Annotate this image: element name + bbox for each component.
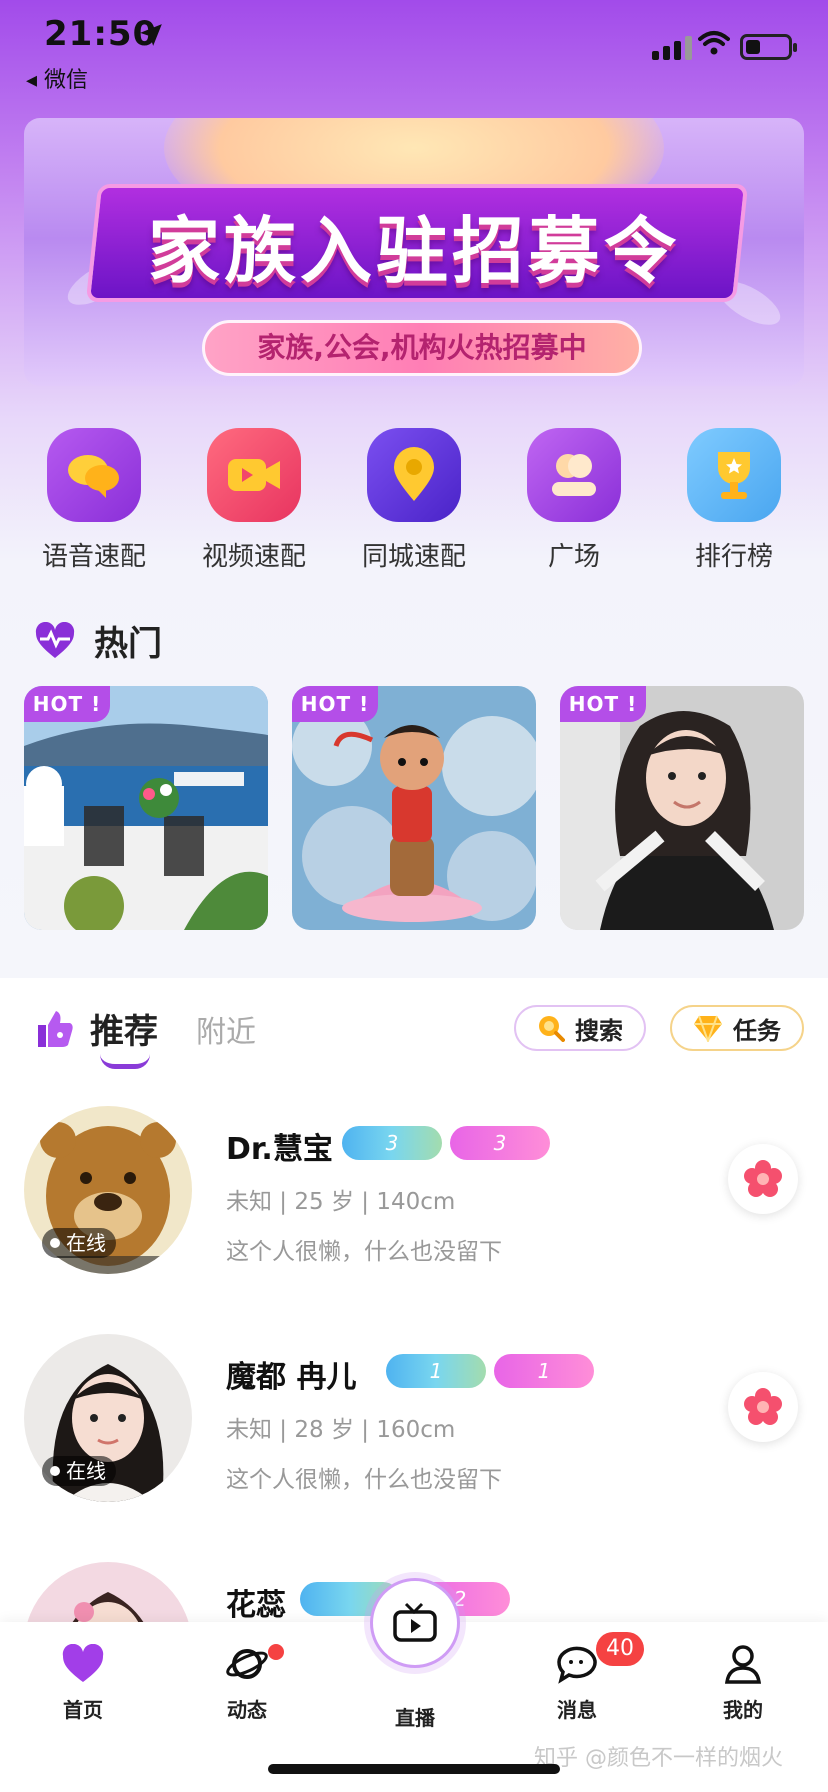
watermark: 知乎 @颜色不一样的烟火 bbox=[534, 1746, 783, 1771]
hot-tag: HOT ! bbox=[24, 686, 110, 722]
search-label: 搜索 bbox=[575, 1016, 623, 1045]
quick-label: 同城速配 bbox=[361, 542, 466, 572]
cartoon-boy-image bbox=[292, 686, 536, 930]
tab-nearby[interactable]: 附近 bbox=[196, 1007, 256, 1051]
girl-selfie-image bbox=[560, 686, 804, 930]
hot-card[interactable]: HOT ! bbox=[24, 686, 268, 930]
user-name: 花蕊 bbox=[226, 1588, 286, 1622]
heart-level: 1 bbox=[537, 1359, 551, 1383]
status-bar: 21:50 ◂ 微信 bbox=[0, 0, 828, 93]
avatar[interactable] bbox=[24, 1562, 192, 1622]
hot-title: 热门 bbox=[94, 624, 162, 664]
quick-video-match[interactable]: 视频速配 bbox=[184, 428, 324, 573]
send-flower-button[interactable] bbox=[728, 1144, 798, 1214]
quick-ranking[interactable]: 排行榜 bbox=[664, 428, 804, 573]
nav-profile[interactable]: 我的 bbox=[688, 1644, 798, 1723]
send-flower-button[interactable] bbox=[728, 1372, 798, 1442]
hot-tag: HOT ! bbox=[560, 686, 646, 722]
heart-level-badge: 3 bbox=[450, 1126, 550, 1160]
diamond-level-badge: 1 bbox=[386, 1354, 486, 1388]
task-button[interactable]: 任务 bbox=[670, 1005, 804, 1051]
gem-badge-icon bbox=[694, 1015, 722, 1042]
nav-moments[interactable]: 动态 bbox=[192, 1644, 302, 1723]
banner-subtitle: 家族,公会,机构火热招募中 bbox=[202, 320, 642, 376]
nav-label: 消息 bbox=[557, 1698, 597, 1722]
user-card[interactable]: 在线 Dr.慧宝 3 3 未知 | 25 岁 | 140cm 这个人很懒，什么也… bbox=[0, 1106, 828, 1286]
plaza-icon bbox=[527, 428, 621, 522]
hot-tag: HOT ! bbox=[292, 686, 378, 722]
nav-label: 动态 bbox=[227, 1698, 267, 1722]
heart-pulse-icon bbox=[35, 621, 75, 658]
search-button[interactable]: 搜索 bbox=[514, 1005, 646, 1051]
seaside-terrace-image bbox=[24, 686, 268, 930]
chat-bubbles-icon bbox=[47, 428, 141, 522]
diamond-level: 1 bbox=[429, 1359, 443, 1383]
heart-icon bbox=[62, 1643, 104, 1682]
task-label: 任务 bbox=[733, 1016, 781, 1045]
user-card[interactable]: 在线 魔都 冉儿 1 1 未知 | 28 岁 | 160cm 这个人很懒，什么也… bbox=[0, 1334, 828, 1514]
search-icon bbox=[539, 1016, 565, 1042]
heart-level-badge: 1 bbox=[494, 1354, 594, 1388]
hot-card[interactable]: HOT ! bbox=[292, 686, 536, 930]
nav-label: 我的 bbox=[723, 1698, 763, 1722]
back-to-wechat[interactable]: ◂ 微信 bbox=[26, 62, 88, 94]
diamond-level: 3 bbox=[385, 1131, 399, 1155]
quick-plaza[interactable]: 广场 bbox=[504, 428, 644, 573]
recommend-area bbox=[0, 978, 828, 1618]
user-icon bbox=[724, 1645, 762, 1684]
message-icon bbox=[557, 1646, 597, 1684]
nav-label: 直播 bbox=[395, 1706, 435, 1730]
quick-menu: 语音速配 视频速配 同城速配 广场 排行榜 bbox=[0, 428, 828, 578]
nav-live[interactable]: 直播 bbox=[360, 1696, 470, 1731]
trophy-icon bbox=[687, 428, 781, 522]
hot-section-header: 热门 bbox=[34, 616, 162, 665]
unread-dot bbox=[268, 1644, 284, 1660]
nav-home[interactable]: 首页 bbox=[28, 1643, 138, 1723]
location-pin-icon bbox=[367, 428, 461, 522]
location-arrow-icon bbox=[140, 24, 162, 46]
recommend-tabs: 推荐 附近 bbox=[34, 1004, 256, 1069]
nav-label: 首页 bbox=[63, 1698, 103, 1722]
banner-title: 家族入驻招募令 bbox=[147, 209, 680, 293]
planet-icon bbox=[226, 1649, 268, 1679]
hot-card[interactable]: HOT ! bbox=[560, 686, 804, 930]
user-name: 魔都 冉儿 bbox=[226, 1360, 357, 1395]
wifi-icon bbox=[698, 31, 730, 55]
online-badge: 在线 bbox=[42, 1228, 116, 1258]
heart-level: 3 bbox=[493, 1131, 507, 1155]
user-signature: 这个人很懒，什么也没留下 bbox=[226, 1467, 502, 1493]
live-button[interactable] bbox=[370, 1578, 460, 1668]
message-count-badge: 40 bbox=[596, 1632, 644, 1666]
quick-city-match[interactable]: 同城速配 bbox=[344, 428, 484, 573]
video-camera-icon bbox=[207, 428, 301, 522]
tv-icon bbox=[393, 1602, 437, 1642]
quick-label: 视频速配 bbox=[201, 542, 306, 572]
recruit-banner[interactable]: 家族入驻招募令 家族,公会,机构火热招募中 bbox=[24, 118, 804, 386]
flower-icon bbox=[744, 1388, 782, 1425]
thumbs-up-icon bbox=[38, 1010, 73, 1047]
quick-label: 广场 bbox=[547, 542, 600, 572]
quick-voice-match[interactable]: 语音速配 bbox=[24, 428, 164, 573]
battery-icon bbox=[740, 34, 797, 60]
user-signature: 这个人很懒，什么也没留下 bbox=[226, 1239, 502, 1265]
user-name: Dr.慧宝 bbox=[226, 1132, 333, 1167]
user-info: 未知 | 28 岁 | 160cm bbox=[226, 1417, 456, 1443]
quick-label: 排行榜 bbox=[694, 542, 773, 572]
signal-icon bbox=[652, 34, 692, 60]
user-info: 未知 | 25 岁 | 140cm bbox=[226, 1189, 456, 1215]
flower-icon bbox=[744, 1160, 782, 1197]
tab-recommend[interactable]: 推荐 bbox=[90, 1004, 158, 1069]
diamond-level-badge: 3 bbox=[342, 1126, 442, 1160]
online-badge: 在线 bbox=[42, 1456, 116, 1486]
quick-label: 语音速配 bbox=[41, 542, 146, 572]
home-indicator[interactable] bbox=[268, 1764, 560, 1774]
